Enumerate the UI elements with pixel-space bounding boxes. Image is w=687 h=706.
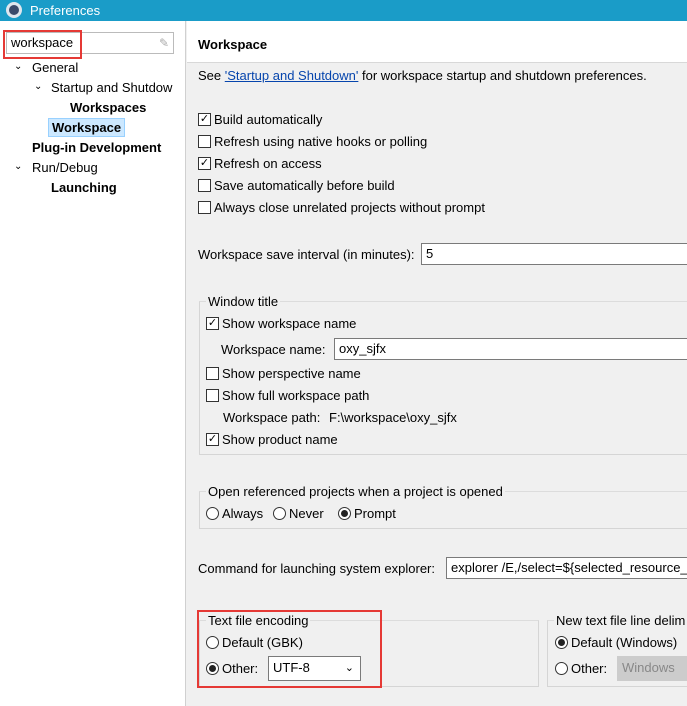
radio-label: Always bbox=[222, 506, 264, 521]
delimiter-select[interactable]: Windows bbox=[617, 656, 687, 681]
checkbox-label: Show full workspace path bbox=[222, 388, 370, 403]
checkbox-show-full-path[interactable] bbox=[206, 389, 219, 402]
open-referenced-legend: Open referenced projects when a project … bbox=[206, 484, 505, 499]
page-header: Workspace bbox=[187, 21, 687, 63]
save-interval-label: Workspace save interval (in minutes): bbox=[198, 247, 415, 262]
filter-highlight bbox=[3, 30, 82, 59]
gear-icon bbox=[6, 2, 22, 18]
radio-label: Default (Windows) bbox=[571, 635, 678, 650]
tree-item-run-debug[interactable]: Run/Debug bbox=[32, 160, 98, 175]
window-title-legend: Window title bbox=[206, 294, 281, 309]
checkbox-show-perspective[interactable] bbox=[206, 367, 219, 380]
title-bar: Preferences bbox=[0, 0, 687, 21]
startup-shutdown-link[interactable]: 'Startup and Shutdown' bbox=[225, 68, 359, 83]
checkbox[interactable]: ✓ bbox=[198, 113, 211, 126]
radio-label: Prompt bbox=[354, 506, 396, 521]
workspace-path-label: Workspace path: bbox=[223, 410, 321, 425]
checkbox-show-product-name[interactable]: ✓ bbox=[206, 433, 219, 446]
tree-item-general[interactable]: General bbox=[32, 60, 78, 75]
chevron-down-icon[interactable]: ⌄ bbox=[14, 161, 22, 172]
window-title: Preferences bbox=[30, 3, 101, 18]
checkbox-label: Show workspace name bbox=[222, 316, 357, 331]
checkbox-label: Show perspective name bbox=[222, 366, 361, 381]
tree-item-startup-shutdown[interactable]: Startup and Shutdow bbox=[51, 80, 172, 95]
checkbox-label: Always close unrelated projects without … bbox=[214, 200, 485, 215]
startup-note: See 'Startup and Shutdown' for workspace… bbox=[198, 68, 647, 83]
note-text: See bbox=[198, 68, 225, 83]
checkbox[interactable] bbox=[198, 201, 211, 214]
checkbox-label: Show product name bbox=[222, 432, 338, 447]
page-title: Workspace bbox=[198, 37, 268, 52]
eraser-icon[interactable]: ✎ bbox=[159, 35, 169, 51]
tree-item-workspaces[interactable]: Workspaces bbox=[70, 100, 146, 115]
checkbox[interactable] bbox=[198, 135, 211, 148]
explorer-command-input[interactable]: explorer /E,/select=${selected_resource_… bbox=[446, 557, 687, 579]
checkbox[interactable]: ✓ bbox=[198, 157, 211, 170]
encoding-highlight bbox=[197, 610, 382, 688]
radio-label: Other: bbox=[571, 661, 608, 676]
workspace-name-input[interactable]: oxy_sjfx bbox=[334, 338, 687, 360]
checkbox-label: Refresh using native hooks or polling bbox=[214, 134, 428, 149]
checkbox[interactable] bbox=[198, 179, 211, 192]
tree-item-plugin-development[interactable]: Plug-in Development bbox=[32, 140, 161, 155]
radio-delimiter-default[interactable] bbox=[555, 636, 568, 649]
tree-item-launching[interactable]: Launching bbox=[51, 180, 117, 195]
chevron-down-icon[interactable]: ⌄ bbox=[14, 61, 22, 72]
radio-delimiter-other[interactable] bbox=[555, 662, 568, 675]
explorer-command-label: Command for launching system explorer: bbox=[198, 561, 435, 576]
checkbox-label: Build automatically bbox=[214, 112, 323, 127]
checkbox-label: Save automatically before build bbox=[214, 178, 395, 193]
workspace-path-value: F:\workspace\oxy_sjfx bbox=[329, 410, 457, 425]
radio-never[interactable] bbox=[273, 507, 286, 520]
line-delimiter-legend: New text file line delim bbox=[554, 613, 687, 628]
checkbox-label: Refresh on access bbox=[214, 156, 322, 171]
checkbox-show-workspace-name[interactable]: ✓ bbox=[206, 317, 219, 330]
tree-item-workspace[interactable]: Workspace bbox=[48, 118, 126, 137]
save-interval-input[interactable]: 5 bbox=[421, 243, 687, 265]
note-text: for workspace startup and shutdown prefe… bbox=[358, 68, 647, 83]
chevron-down-icon[interactable]: ⌄ bbox=[34, 81, 42, 92]
radio-always[interactable] bbox=[206, 507, 219, 520]
workspace-name-label: Workspace name: bbox=[221, 342, 326, 357]
radio-prompt[interactable] bbox=[338, 507, 351, 520]
preferences-tree-pane: workspace ✎ ⌄ General ⌄ Startup and Shut… bbox=[0, 21, 186, 706]
radio-label: Never bbox=[289, 506, 324, 521]
